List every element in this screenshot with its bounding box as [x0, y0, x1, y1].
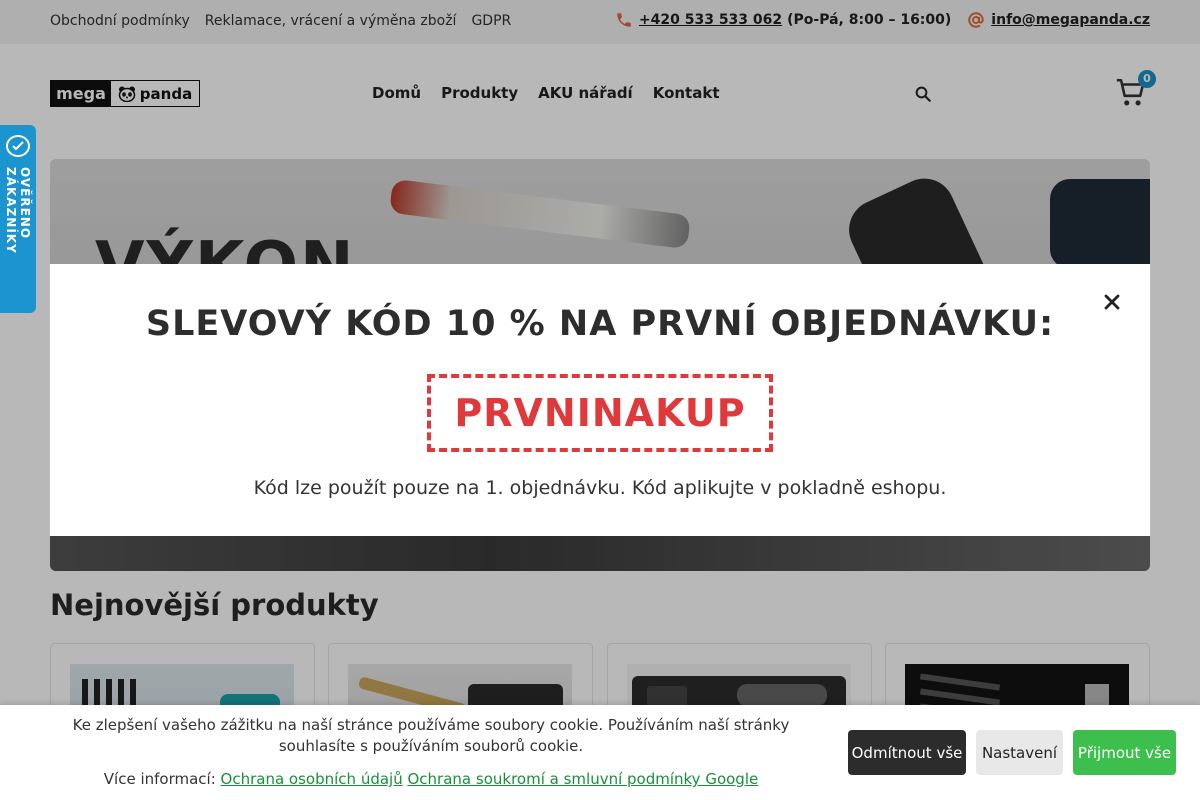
verified-by-customers-badge[interactable]: OVĚŘENO ZÁKAZNÍKY [0, 125, 36, 313]
discount-code-box[interactable]: PRVNINAKUP [427, 374, 773, 452]
cookie-more-info: Více informací: Ochrana osobních údajů O… [60, 770, 802, 788]
discount-code: PRVNINAKUP [454, 391, 746, 435]
popup-note: Kód lze použít pouze na 1. objednávku. K… [253, 477, 947, 499]
privacy-policy-link[interactable]: Ochrana osobních údajů [221, 770, 403, 788]
accept-all-button[interactable]: Přijmout vše [1073, 730, 1176, 775]
popup-title: SLEVOVÝ KÓD 10 % NA PRVNÍ OBJEDNÁVKU: [145, 304, 1055, 344]
cookie-settings-button[interactable]: Nastavení [976, 730, 1063, 775]
reject-all-button[interactable]: Odmítnout vše [848, 730, 966, 775]
cookie-consent-bar: Ke zlepšení vašeho zážitku na naší strán… [0, 705, 1200, 800]
google-privacy-link[interactable]: Ochrana soukromí a smluvní podmínky Goog… [408, 770, 759, 788]
verified-seal-icon [6, 135, 30, 157]
cookie-message: Ke zlepšení vašeho zážitku na naší strán… [72, 716, 790, 755]
verified-badge-label: OVĚŘENO ZÁKAZNÍKY [4, 166, 32, 254]
discount-popup: SLEVOVÝ KÓD 10 % NA PRVNÍ OBJEDNÁVKU: PR… [50, 264, 1150, 536]
cookie-more-prefix: Více informací: [103, 770, 216, 788]
